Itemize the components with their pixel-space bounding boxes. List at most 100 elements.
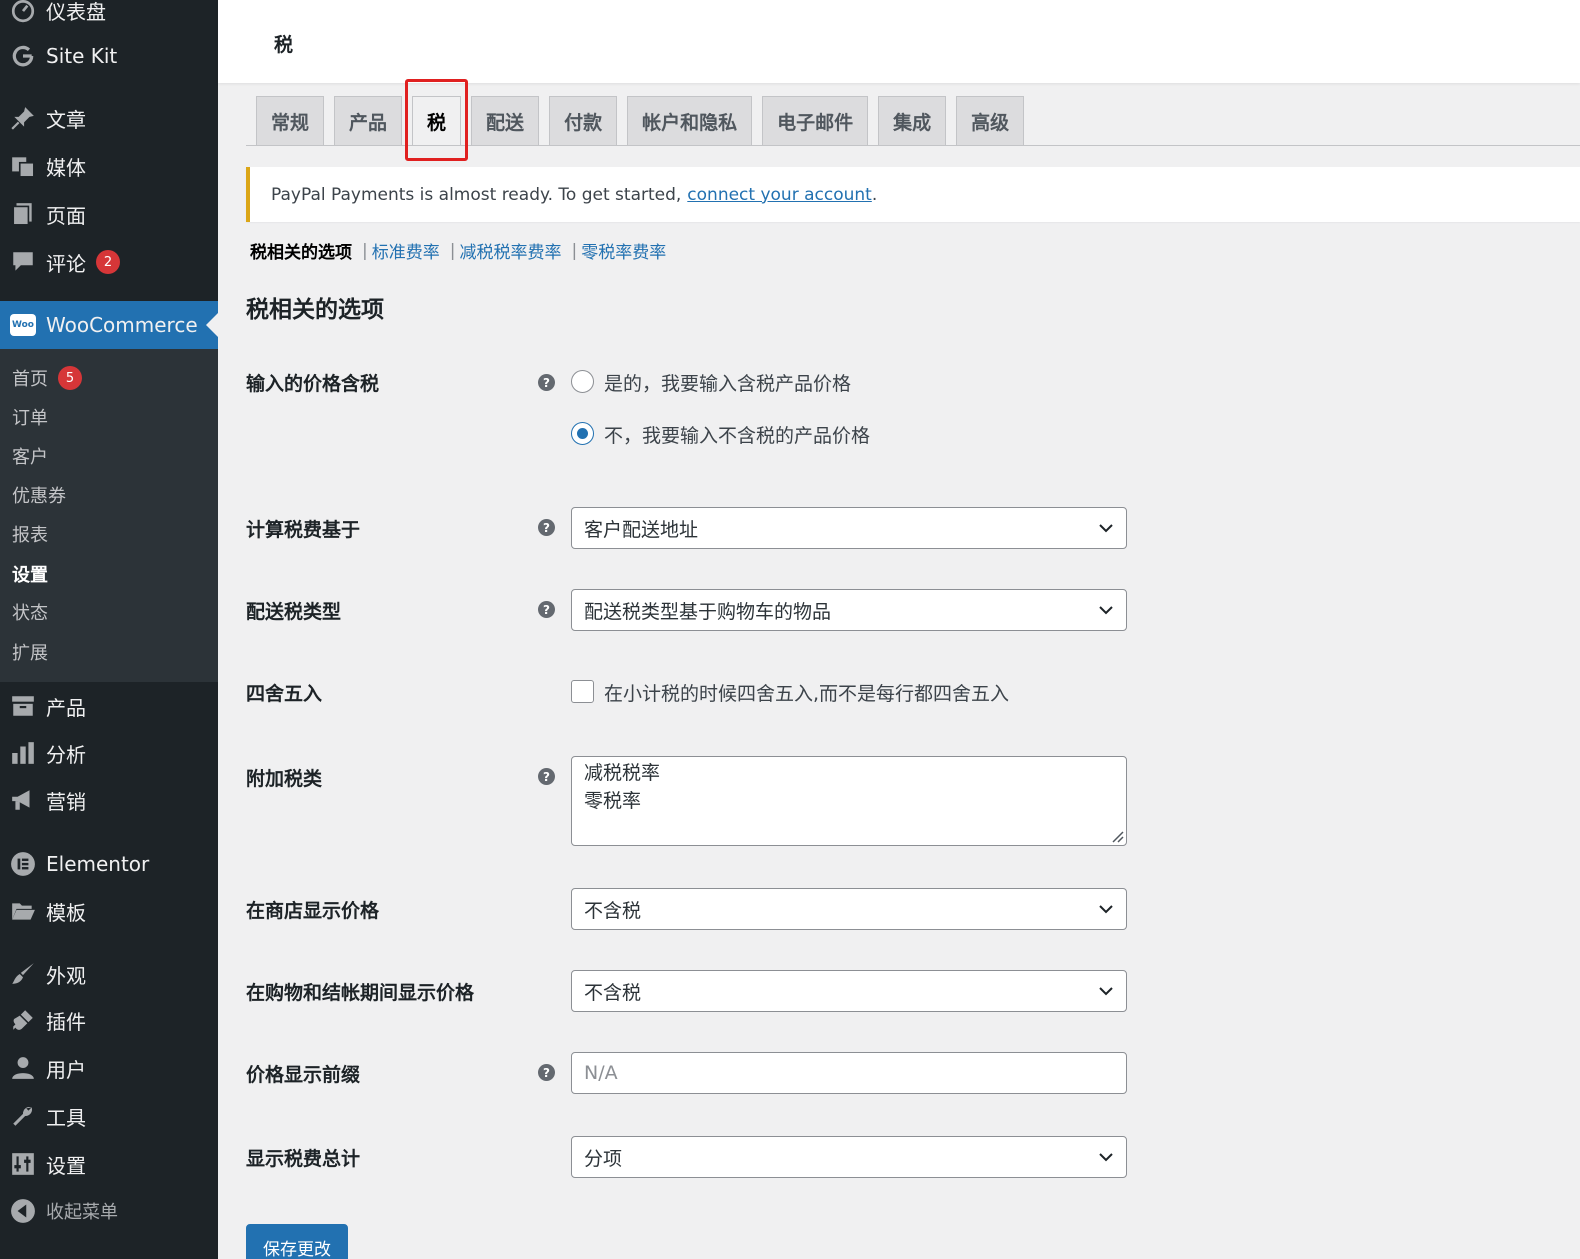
media-icon: [0, 153, 46, 179]
display-shop-label: 在商店显示价格: [246, 900, 380, 922]
subnav-zero-rates[interactable]: 零税率费率: [581, 238, 666, 263]
pin-icon: [0, 105, 46, 131]
page-header: 税: [218, 0, 1580, 83]
tab-general[interactable]: 常规: [256, 96, 325, 146]
menu-label: Elementor: [46, 852, 150, 876]
submenu-home[interactable]: 首页 5: [12, 363, 82, 393]
menu-label: 文章: [46, 107, 86, 132]
google-g-icon: [0, 43, 46, 69]
subnav-standard-rates[interactable]: 标准费率: [372, 238, 440, 263]
menu-appearance[interactable]: 外观: [0, 954, 218, 994]
submenu-extensions[interactable]: 扩展: [12, 637, 48, 667]
display-totals-select[interactable]: 分项: [571, 1136, 1127, 1178]
menu-media[interactable]: 媒体: [0, 146, 218, 186]
tab-integration[interactable]: 集成: [878, 96, 947, 146]
tab-accounts-privacy[interactable]: 帐户和隐私: [627, 96, 753, 146]
menu-site-kit[interactable]: Site Kit: [0, 36, 218, 76]
paintbrush-icon: [0, 961, 46, 987]
select-value: 分项: [584, 1147, 623, 1170]
prices-exclude-tax-radio[interactable]: [571, 422, 594, 445]
price-suffix-label: 价格显示前缀: [246, 1064, 361, 1086]
submenu-label: 状态: [12, 603, 48, 624]
menu-marketing[interactable]: 营销: [0, 780, 218, 820]
submenu-status[interactable]: 状态: [12, 597, 48, 627]
price-suffix-input[interactable]: [571, 1052, 1127, 1094]
help-icon[interactable]: ?: [538, 1064, 555, 1081]
menu-tools[interactable]: 工具: [0, 1096, 218, 1136]
submenu-label: 订单: [12, 408, 48, 429]
display-cart-select[interactable]: 不含税: [571, 970, 1127, 1012]
chevron-down-icon: [1099, 987, 1113, 996]
menu-settings[interactable]: 设置: [0, 1144, 218, 1184]
menu-comments[interactable]: 评论 2: [0, 242, 218, 282]
chevron-down-icon: [1099, 905, 1113, 914]
menu-label: 模板: [46, 900, 86, 925]
help-icon[interactable]: ?: [538, 768, 555, 785]
submenu-customers[interactable]: 客户: [12, 441, 48, 471]
additional-classes-label: 附加税类: [246, 768, 323, 790]
tab-shipping[interactable]: 配送: [471, 96, 540, 146]
page-title: 税: [274, 34, 294, 56]
calc-based-on-label: 计算税费基于: [246, 519, 361, 541]
select-value: 客户配送地址: [584, 518, 699, 541]
submenu-reports[interactable]: 报表: [12, 519, 48, 549]
prices-include-tax-label: 是的，我要输入含税产品价格: [604, 373, 852, 395]
menu-users[interactable]: 用户: [0, 1048, 218, 1088]
plugin-icon: [0, 1007, 46, 1033]
menu-plugins[interactable]: 插件: [0, 1000, 218, 1040]
dashboard-icon: [0, 0, 46, 23]
subnav-separator: |: [362, 240, 368, 261]
tab-products[interactable]: 产品: [334, 96, 403, 146]
menu-posts[interactable]: 文章: [0, 98, 218, 138]
display-cart-label: 在购物和结帐期间显示价格: [246, 982, 475, 1004]
menu-label: 用户: [46, 1057, 86, 1082]
tab-advanced[interactable]: 高级: [956, 96, 1025, 146]
menu-label: 插件: [46, 1009, 86, 1034]
submenu-label: 扩展: [12, 643, 48, 664]
prices-include-tax-radio[interactable]: [571, 370, 594, 393]
menu-products[interactable]: 产品: [0, 686, 218, 726]
menu-templates[interactable]: 模板: [0, 891, 218, 931]
select-value: 不含税: [584, 981, 642, 1004]
help-icon[interactable]: ?: [538, 374, 555, 391]
paypal-notice: PayPal Payments is almost ready. To get …: [246, 167, 1580, 222]
additional-classes-textarea[interactable]: 减税税率 零税率: [571, 756, 1127, 846]
tab-payments[interactable]: 付款: [549, 96, 618, 146]
subnav-reduced-rates[interactable]: 减税税率费率: [459, 238, 561, 263]
menu-label: Site Kit: [46, 44, 118, 68]
rounding-checkbox-label: 在小计税的时候四舍五入,而不是每行都四舍五入: [604, 683, 1010, 705]
prices-entered-label: 输入的价格含税: [246, 373, 380, 395]
display-shop-select[interactable]: 不含税: [571, 888, 1127, 930]
textarea-line: 减税税率: [584, 762, 661, 784]
menu-label: 分析: [46, 742, 86, 767]
collapse-menu-button[interactable]: 收起菜单: [0, 1191, 218, 1231]
menu-dashboard[interactable]: 仪表盘: [0, 0, 218, 30]
prices-exclude-tax-label: 不，我要输入不含税的产品价格: [604, 425, 871, 447]
rounding-checkbox[interactable]: [571, 680, 594, 703]
menu-label: 评论: [46, 251, 86, 276]
submenu-orders[interactable]: 订单: [12, 402, 48, 432]
menu-pages[interactable]: 页面: [0, 194, 218, 234]
menu-label: 工具: [46, 1105, 86, 1130]
select-value: 配送税类型基于购物车的物品: [584, 600, 832, 623]
comment-icon: [0, 249, 46, 275]
woo-logo: Woo: [10, 314, 36, 336]
archive-icon: [0, 693, 46, 719]
menu-woocommerce[interactable]: Woo WooCommerce: [0, 301, 218, 349]
calc-based-on-select[interactable]: 客户配送地址: [571, 507, 1127, 549]
admin-sidebar: 仪表盘 Site Kit 文章 媒体 页面 评论 2 Woo WooCommer…: [0, 0, 218, 1259]
submenu-settings[interactable]: 设置: [12, 559, 48, 589]
menu-label: 收起菜单: [46, 1202, 118, 1223]
save-changes-button[interactable]: 保存更改: [246, 1224, 348, 1259]
shipping-tax-class-select[interactable]: 配送税类型基于购物车的物品: [571, 589, 1127, 631]
menu-elementor[interactable]: Elementor: [0, 844, 218, 884]
menu-analytics[interactable]: 分析: [0, 733, 218, 773]
help-icon[interactable]: ?: [538, 519, 555, 536]
rounding-label: 四舍五入: [246, 683, 323, 705]
submenu-coupons[interactable]: 优惠券: [12, 480, 66, 510]
help-icon[interactable]: ?: [538, 601, 555, 618]
tab-emails[interactable]: 电子邮件: [762, 96, 869, 146]
resize-grip-icon[interactable]: [1110, 829, 1124, 843]
connect-account-link[interactable]: connect your account: [687, 185, 872, 205]
submenu-label: 设置: [12, 565, 48, 586]
